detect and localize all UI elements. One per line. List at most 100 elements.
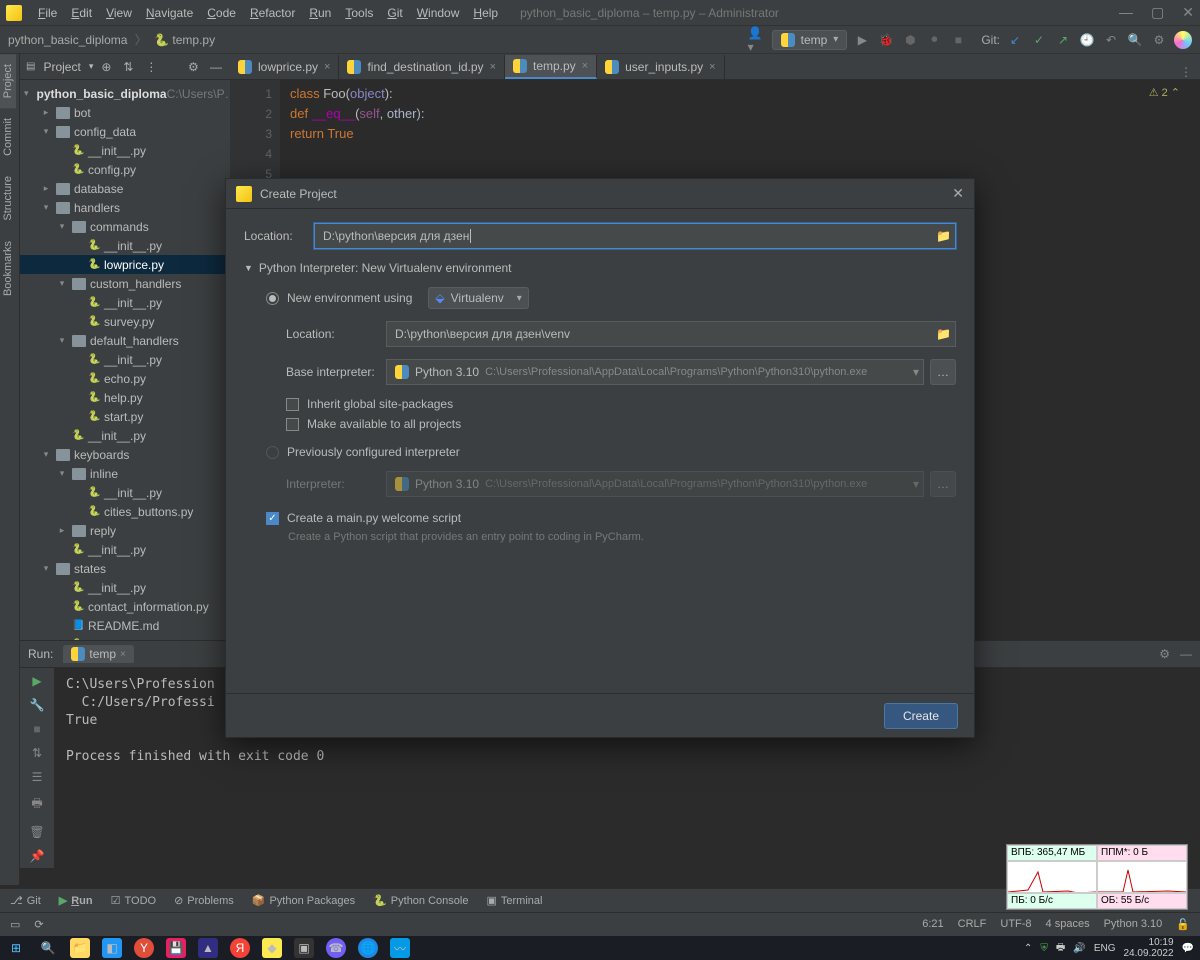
tree-item[interactable]: 🐍__init__.py (20, 426, 230, 445)
tray-security-icon[interactable]: ⛨ (1040, 943, 1048, 954)
taskview-icon[interactable]: ◧ (102, 938, 122, 958)
feather-icon[interactable]: 〰 (390, 938, 410, 958)
run-filter-icon[interactable]: ☰ (32, 770, 43, 784)
browse-icon[interactable]: 📁 (936, 327, 951, 341)
prev-conf-radio-row[interactable]: Previously configured interpreter (266, 445, 956, 459)
menu-refactor[interactable]: Refactor (244, 4, 301, 22)
menu-navigate[interactable]: Navigate (140, 4, 199, 22)
vcs-update-icon[interactable]: ↙ (1006, 31, 1024, 49)
tree-item[interactable]: 🐍start.py (20, 407, 230, 426)
menu-run[interactable]: Run (303, 4, 337, 22)
makeavail-checkbox[interactable] (286, 418, 299, 431)
tree-item[interactable]: 🐍config.py (20, 160, 230, 179)
create-button[interactable]: Create (884, 703, 958, 729)
run-stop-icon[interactable]: ■ (33, 722, 40, 736)
run-hide-icon[interactable]: — (1180, 647, 1192, 661)
menu-help[interactable]: Help (467, 4, 504, 22)
breadcrumb-file[interactable]: temp.py (172, 33, 215, 47)
left-tab-project[interactable]: Project (0, 54, 16, 108)
new-env-radio[interactable] (266, 292, 279, 305)
rerun-icon[interactable]: ▶ (32, 674, 41, 688)
line-separator[interactable]: CRLF (958, 918, 987, 931)
run-settings-icon[interactable]: ⚙ (1159, 647, 1170, 661)
tray-printer-icon[interactable]: 🖶 (1056, 940, 1065, 957)
editor-tab[interactable]: temp.py× (505, 55, 597, 79)
tab-close-icon[interactable]: × (582, 60, 588, 72)
welcome-checkbox[interactable] (266, 512, 279, 525)
menu-code[interactable]: Code (201, 4, 242, 22)
tree-item[interactable]: 🐍survey.py (20, 312, 230, 331)
interpreter-section-header[interactable]: ▼ Python Interpreter: New Virtualenv env… (244, 261, 956, 275)
status-indexing-icon[interactable]: ⟳ (34, 918, 43, 931)
menu-file[interactable]: File (32, 4, 63, 22)
tab-close-icon[interactable]: × (490, 61, 496, 73)
run-delete-icon[interactable]: 🗑 (29, 825, 44, 839)
files-icon[interactable]: 📁 (70, 938, 90, 958)
tree-item[interactable]: 🐍__init__.py (20, 578, 230, 597)
inherit-checkbox-row[interactable]: Inherit global site-packages (286, 397, 956, 411)
bottom-tab-python-console[interactable]: 🐍Python Console (373, 894, 468, 907)
tray-language[interactable]: ENG (1094, 943, 1116, 954)
terminal-taskbar-icon[interactable]: ▣ (294, 938, 314, 958)
run-config-selector[interactable]: temp ▾ (772, 30, 848, 50)
run-tools-icon[interactable]: 🔧 (30, 698, 45, 712)
tree-item[interactable]: ▾states (20, 559, 230, 578)
file-encoding[interactable]: UTF-8 (1000, 918, 1031, 931)
tree-item[interactable]: ▾keyboards (20, 445, 230, 464)
history-icon[interactable]: 🕘 (1078, 31, 1096, 49)
save-icon[interactable]: 💾 (166, 938, 186, 958)
new-env-radio-row[interactable]: New environment using ⬙ Virtualenv (266, 287, 956, 309)
profile-icon[interactable]: ⏺ (925, 31, 943, 49)
bottom-tab-python-packages[interactable]: 📦Python Packages (252, 894, 355, 907)
tab-close-icon[interactable]: × (324, 61, 330, 73)
location-input[interactable]: D:\python\версия для дзен 📁 (314, 223, 956, 249)
settings-icon[interactable]: ⚙ (1150, 31, 1168, 49)
run-icon[interactable]: ▶ (853, 31, 871, 49)
pycharm-taskbar-icon[interactable]: ◆ (262, 938, 282, 958)
user-icon[interactable]: 👤▾ (748, 31, 766, 49)
tree-item[interactable]: ▸database (20, 179, 230, 198)
tray-chevron-icon[interactable]: ⌃ (1024, 943, 1032, 954)
editor-tab[interactable]: lowprice.py× (230, 55, 339, 79)
tree-item[interactable]: 📘README.md (20, 616, 230, 635)
tree-item[interactable]: ▸reply (20, 521, 230, 540)
tree-item[interactable]: 🐍__init__.py (20, 540, 230, 559)
browser-icon[interactable]: Y (134, 938, 154, 958)
app-y-icon[interactable]: Я (230, 938, 250, 958)
bottom-tab-terminal[interactable]: ▣Terminal (486, 894, 542, 907)
menu-edit[interactable]: Edit (65, 4, 98, 22)
tree-item[interactable]: 🐍__init__.py (20, 483, 230, 502)
tree-root[interactable]: ▾python_basic_diploma C:\Users\P… (20, 84, 230, 103)
tray-notifications-icon[interactable]: 💬 (1182, 943, 1194, 954)
tree-item[interactable]: ▾commands (20, 217, 230, 236)
readonly-lock-icon[interactable]: 🔓 (1176, 918, 1190, 931)
prev-conf-radio[interactable] (266, 446, 279, 459)
menu-tools[interactable]: Tools (339, 4, 379, 22)
makeavail-checkbox-row[interactable]: Make available to all projects (286, 417, 956, 431)
tab-close-icon[interactable]: × (709, 61, 715, 73)
tree-item[interactable]: 🐍contact_information.py (20, 597, 230, 616)
run-pin-icon[interactable]: 📌 (30, 849, 45, 863)
editor-tab[interactable]: user_inputs.py× (597, 55, 724, 79)
collapse-all-icon[interactable]: ⋮ (145, 60, 159, 74)
rollback-icon[interactable]: ↶ (1102, 31, 1120, 49)
caret-position[interactable]: 6:21 (922, 918, 943, 931)
interpreter-status[interactable]: Python 3.10 (1104, 918, 1163, 931)
breadcrumb-project[interactable]: python_basic_diploma (8, 33, 127, 47)
base-interpreter-combo[interactable]: Python 3.10 C:\Users\Professional\AppDat… (386, 359, 924, 385)
left-tab-structure[interactable]: Structure (0, 166, 16, 231)
run-print-icon[interactable]: 🖶 (31, 794, 42, 815)
stop-icon[interactable]: ■ (949, 31, 967, 49)
menu-view[interactable]: View (100, 4, 138, 22)
breadcrumb[interactable]: python_basic_diploma 〉 🐍 temp.py (8, 31, 215, 48)
tray-date[interactable]: 24.09.2022 (1123, 948, 1173, 959)
hide-tool-icon[interactable]: — (210, 60, 224, 74)
viber-icon[interactable]: ☎ (326, 938, 346, 958)
welcome-checkbox-row[interactable]: Create a main.py welcome script (266, 511, 956, 525)
close-icon[interactable]: ✕ (1182, 4, 1194, 21)
editor-tab[interactable]: find_destination_id.py× (339, 55, 505, 79)
dialog-close-icon[interactable]: ✕ (952, 185, 964, 202)
bottom-tab-problems[interactable]: ⊘Problems (174, 894, 234, 907)
tool-settings-icon[interactable]: ⚙ (188, 60, 202, 74)
base-interpreter-browse-button[interactable]: … (930, 359, 956, 385)
